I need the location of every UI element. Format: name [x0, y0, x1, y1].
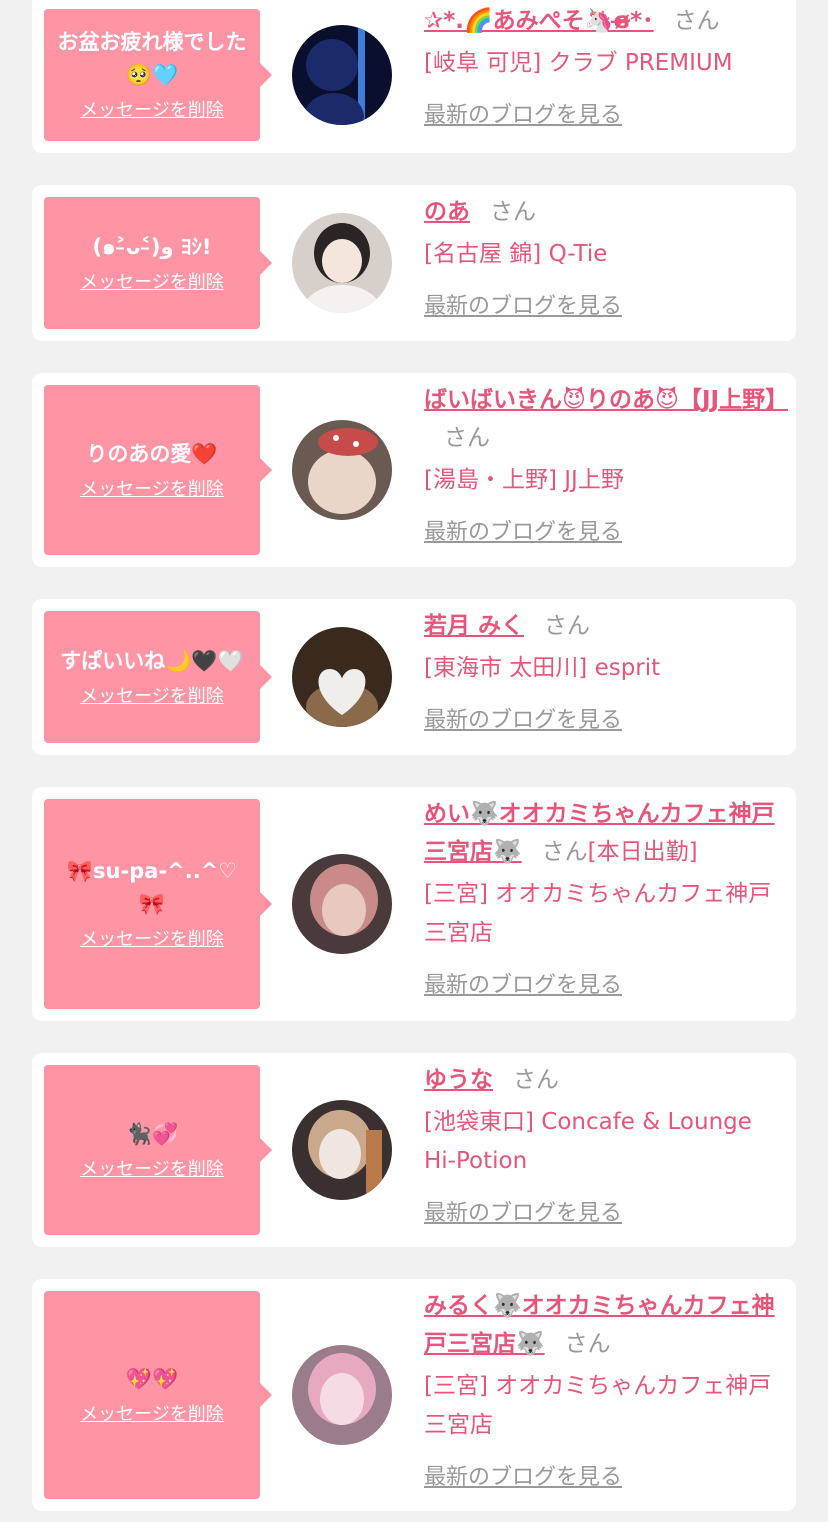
- message-bubble: お盆お疲れ様でした🥺🩵 メッセージを削除: [44, 9, 272, 141]
- message-text: 🎀su-pa-^..^♡🎀: [66, 859, 238, 916]
- cast-info: ✰*.🌈あみぺそ🦄ɞ̴̶̷*･ さん [岐阜 可児] クラブ PREMIUM 最新…: [424, 2, 786, 129]
- honorific: さん: [444, 425, 490, 451]
- message-bubble: (๑˃̵ᴗ˂̵)و ﾖｼ! メッセージを削除: [44, 197, 272, 329]
- message-bubble: すぱいいね🌙🖤🤍 メッセージを削除: [44, 611, 272, 743]
- cast-info: ゆうな さん [池袋東口] Concafe & Lounge Hi-Potion …: [424, 1061, 786, 1227]
- favorite-card: 💖💖 メッセージを削除 みるく🐺オオカミちゃんカフェ神戸三宮店🐺 さん [三宮] …: [32, 1279, 796, 1511]
- delete-message-link[interactable]: メッセージを削除: [80, 1402, 224, 1428]
- shop-label: [湯島・上野] JJ上野: [424, 467, 624, 493]
- avatar[interactable]: [292, 627, 392, 727]
- avatar-photo: [292, 1345, 392, 1445]
- favorite-cast-list: お盆お疲れ様でした🥺🩵 メッセージを削除 ✰*.🌈あみぺそ🦄ɞ̴̶̷*･ さん […: [0, 0, 828, 1522]
- name-line: のあ さん: [424, 193, 786, 231]
- avatar[interactable]: [292, 1345, 392, 1445]
- honorific: さん: [673, 8, 720, 34]
- avatar-shape-face: [320, 1373, 364, 1425]
- message-text: (๑˃̵ᴗ˂̵)و ﾖｼ!: [92, 234, 212, 259]
- delete-message-link[interactable]: メッセージを削除: [80, 1157, 224, 1183]
- name-line: めい🐺オオカミちゃんカフェ神戸三宮店🐺 さん[本日出勤]: [424, 795, 786, 871]
- avatar-shape-head: [306, 39, 358, 91]
- delete-message-link[interactable]: メッセージを削除: [80, 684, 224, 710]
- avatar-shape-face: [319, 1129, 361, 1179]
- avatar-shape-face: [322, 884, 366, 936]
- honorific: さん: [513, 1067, 559, 1093]
- avatar-photo: [292, 420, 392, 520]
- latest-blog-link[interactable]: 最新のブログを見る: [424, 702, 622, 734]
- favorite-card: お盆お疲れ様でした🥺🩵 メッセージを削除 ✰*.🌈あみぺそ🦄ɞ̴̶̷*･ さん […: [32, 0, 796, 153]
- message-text: すぱいいね🌙🖤🤍: [60, 648, 244, 673]
- cast-info: のあ さん [名古屋 錦] Q-Tie 最新のブログを見る: [424, 193, 786, 320]
- latest-blog-link[interactable]: 最新のブログを見る: [424, 97, 622, 129]
- avatar-shape-background-object: [366, 1130, 382, 1200]
- message-bubble: 🐈‍⬛💞 メッセージを削除: [44, 1065, 272, 1235]
- shop-label: [東海市 太田川] esprit: [424, 655, 661, 681]
- name-line: ばいばいきん😈りのあ😈【JJ上野】さん: [424, 381, 788, 457]
- honorific: さん: [544, 613, 591, 639]
- avatar-shape-face: [322, 239, 362, 283]
- delete-message-link[interactable]: メッセージを削除: [80, 98, 224, 124]
- delete-message-link[interactable]: メッセージを削除: [80, 270, 224, 296]
- avatar-photo: [292, 213, 392, 313]
- avatar-photo: [292, 854, 392, 954]
- name-line: みるく🐺オオカミちゃんカフェ神戸三宮店🐺 さん: [424, 1287, 786, 1363]
- shop-label: [岐阜 可児] クラブ PREMIUM: [424, 50, 733, 76]
- cast-name-link[interactable]: ばいばいきん😈りのあ😈【JJ上野】: [424, 387, 788, 413]
- name-line: ゆうな さん: [424, 1061, 786, 1099]
- avatar-shape-dot: [333, 435, 339, 441]
- avatar-photo: [292, 25, 392, 125]
- cast-name-link[interactable]: ✰*.🌈あみぺそ🦄ɞ̴̶̷*･: [424, 8, 654, 34]
- honorific: さん: [490, 199, 536, 225]
- cast-info: めい🐺オオカミちゃんカフェ神戸三宮店🐺 さん[本日出勤] [三宮] オオカミちゃん…: [424, 795, 786, 999]
- cast-info: ばいばいきん😈りのあ😈【JJ上野】さん [湯島・上野] JJ上野 最新のブログを…: [424, 381, 788, 546]
- honorific: さん: [541, 839, 588, 865]
- cast-name-link[interactable]: ゆうな: [424, 1067, 493, 1093]
- shop-label: [三宮] オオカミちゃんカフェ神戸三宮店: [424, 881, 772, 946]
- cast-info: みるく🐺オオカミちゃんカフェ神戸三宮店🐺 さん [三宮] オオカミちゃんカフェ神戸…: [424, 1287, 786, 1491]
- avatar-shape-ribbon: [318, 428, 378, 456]
- message-text: 💖💖: [125, 1366, 179, 1391]
- honorific: さん: [564, 1331, 611, 1357]
- message-bubble: りのあの愛❤️ メッセージを削除: [44, 385, 272, 555]
- favorite-card: (๑˃̵ᴗ˂̵)و ﾖｼ! メッセージを削除 のあ さん [名古屋 錦] Q-Ti…: [32, 185, 796, 341]
- message-text: お盆お疲れ様でした🥺🩵: [57, 30, 247, 87]
- message-bubble: 🎀su-pa-^..^♡🎀 メッセージを削除: [44, 799, 272, 1009]
- message-text: 🐈‍⬛💞: [125, 1121, 179, 1146]
- delete-message-link[interactable]: メッセージを削除: [80, 927, 224, 953]
- delete-message-link[interactable]: メッセージを削除: [80, 477, 224, 503]
- shop-label: [名古屋 錦] Q-Tie: [424, 241, 608, 267]
- favorite-card: りのあの愛❤️ メッセージを削除 ばいばいきん😈りのあ😈【JJ上野】さん [湯島…: [32, 373, 796, 567]
- favorite-card: 🐈‍⬛💞 メッセージを削除 ゆうな さん [池袋東口] Concafe & Lou…: [32, 1053, 796, 1247]
- avatar[interactable]: [292, 213, 392, 313]
- latest-blog-link[interactable]: 最新のブログを見る: [424, 967, 622, 999]
- latest-blog-link[interactable]: 最新のブログを見る: [424, 514, 622, 546]
- avatar-shape-dot: [353, 441, 359, 447]
- avatar[interactable]: [292, 420, 392, 520]
- latest-blog-link[interactable]: 最新のブログを見る: [424, 1459, 622, 1491]
- favorite-card: 🎀su-pa-^..^♡🎀 メッセージを削除 めい🐺オオカミちゃんカフェ神戸三宮…: [32, 787, 796, 1021]
- avatar-shape-face: [308, 450, 376, 514]
- message-text: りのあの愛❤️: [86, 441, 218, 466]
- cast-info: 若月 みく さん [東海市 太田川] esprit 最新のブログを見る: [424, 607, 786, 734]
- latest-blog-link[interactable]: 最新のブログを見る: [424, 1195, 622, 1227]
- cast-name-link[interactable]: のあ: [424, 199, 470, 225]
- avatar[interactable]: [292, 25, 392, 125]
- shop-label: [三宮] オオカミちゃんカフェ神戸三宮店: [424, 1373, 772, 1438]
- shop-label: [池袋東口] Concafe & Lounge Hi-Potion: [424, 1109, 752, 1174]
- cast-name-link[interactable]: 若月 みく: [424, 613, 524, 639]
- message-bubble: 💖💖 メッセージを削除: [44, 1291, 272, 1499]
- avatar-photo: [292, 627, 392, 727]
- latest-blog-link[interactable]: 最新のブログを見る: [424, 288, 622, 320]
- favorite-card: すぱいいね🌙🖤🤍 メッセージを削除 若月 みく さん [東海市 太田川] espr…: [32, 599, 796, 755]
- name-line: ✰*.🌈あみぺそ🦄ɞ̴̶̷*･ さん: [424, 2, 786, 40]
- avatar[interactable]: [292, 1100, 392, 1200]
- name-line: 若月 みく さん: [424, 607, 786, 645]
- attendance-status: [本日出勤]: [587, 839, 698, 865]
- avatar[interactable]: [292, 854, 392, 954]
- avatar-photo: [292, 1100, 392, 1200]
